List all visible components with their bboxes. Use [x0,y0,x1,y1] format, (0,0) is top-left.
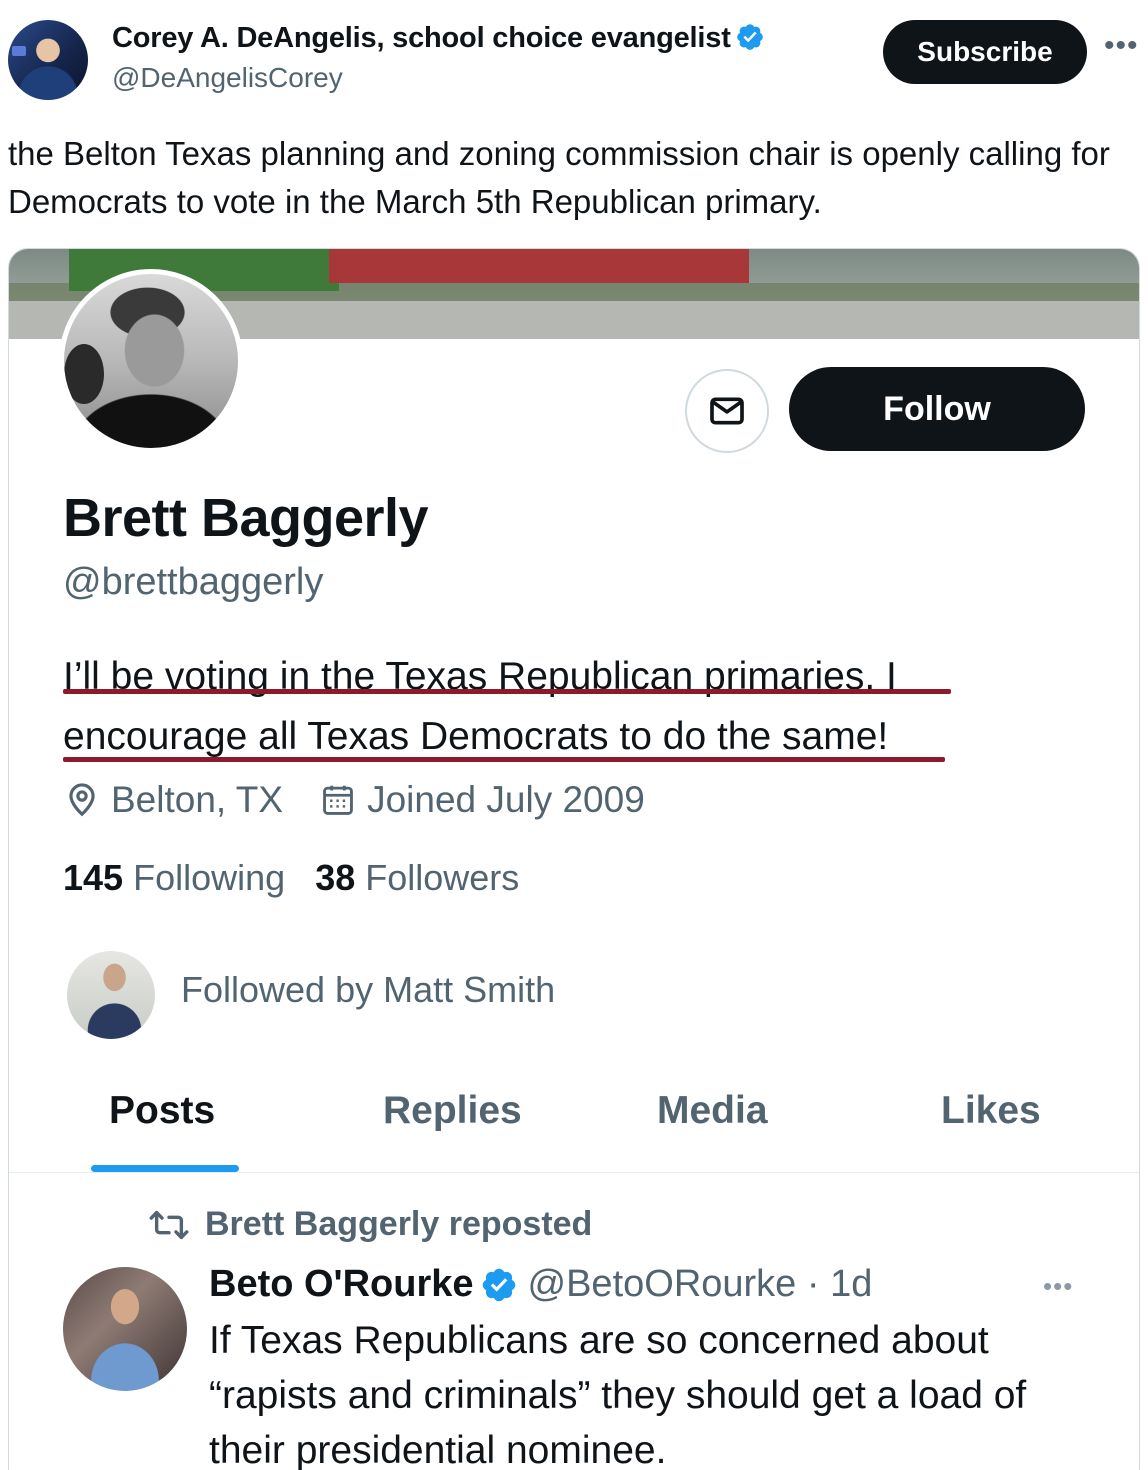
tab-replies: Replies [383,1089,522,1132]
repost-label: Brett Baggerly reposted [205,1205,593,1243]
bio-underline-2 [63,757,945,762]
profile-tabs: Posts Replies Media Likes [9,1089,1139,1173]
followed-by-text: Followed by Matt Smith [181,969,556,1010]
profile-avatar [59,269,243,453]
reposted-author-name: Beto O'Rourke [209,1263,474,1305]
more-horizontal-icon[interactable]: ••• [1104,31,1144,61]
envelope-icon [710,397,744,425]
author-name-text: Corey A. DeAngelis, school choice evange… [112,22,731,54]
embedded-profile-screenshot[interactable]: Follow Brett Baggerly @brettbaggerly I’l… [8,248,1140,1470]
followed-by-avatar [67,951,155,1039]
calendar-icon [319,781,357,819]
subscribe-button[interactable]: Subscribe [883,20,1087,84]
author-handle[interactable]: @DeAngelisCorey [112,62,343,94]
reposted-author-handle-time: @BetoORourke · 1d [527,1263,873,1305]
location-pin-icon [63,781,101,819]
follow-button: Follow [789,367,1085,451]
reposted-tweet-text: If Texas Republicans are so concerned ab… [209,1319,1027,1470]
tab-posts: Posts [109,1089,216,1132]
profile-location: Belton, TX [111,779,284,820]
bio-line-1: I’ll be voting in the Texas Republican p… [63,655,897,698]
verified-badge-icon [482,1268,515,1301]
profile-bio: I’ll be voting in the Texas Republican p… [63,647,897,767]
verified-badge-icon [736,24,763,50]
profile-meta: Belton, TX Joined July 2009 [63,779,645,821]
more-horizontal-icon: ••• [1043,1271,1074,1301]
tab-media: Media [657,1089,768,1132]
profile-name: Brett Baggerly [63,488,429,548]
tweet-text: the Belton Texas planning and zoning com… [8,135,1110,220]
author-name[interactable]: Corey A. DeAngelis, school choice evange… [112,22,765,55]
followers-label: Followers [365,857,520,898]
reposted-author-avatar [63,1267,187,1391]
following-count: 145 [63,857,124,898]
repost-icon [147,1208,191,1242]
following-label: Following [133,857,286,898]
bio-underline-1 [63,689,951,694]
profile-handle: @brettbaggerly [63,561,324,603]
active-tab-indicator [91,1165,239,1172]
followers-count: 38 [315,857,356,898]
tab-likes: Likes [941,1089,1041,1132]
profile-stats: 145 Following 38 Followers [63,857,519,899]
repost-indicator: Brett Baggerly reposted [147,1205,592,1244]
message-button [685,369,769,453]
author-avatar[interactable] [8,20,88,100]
profile-joined: Joined July 2009 [367,779,645,820]
reposted-author-header: Beto O'Rourke @BetoORourke · 1d [209,1263,872,1306]
